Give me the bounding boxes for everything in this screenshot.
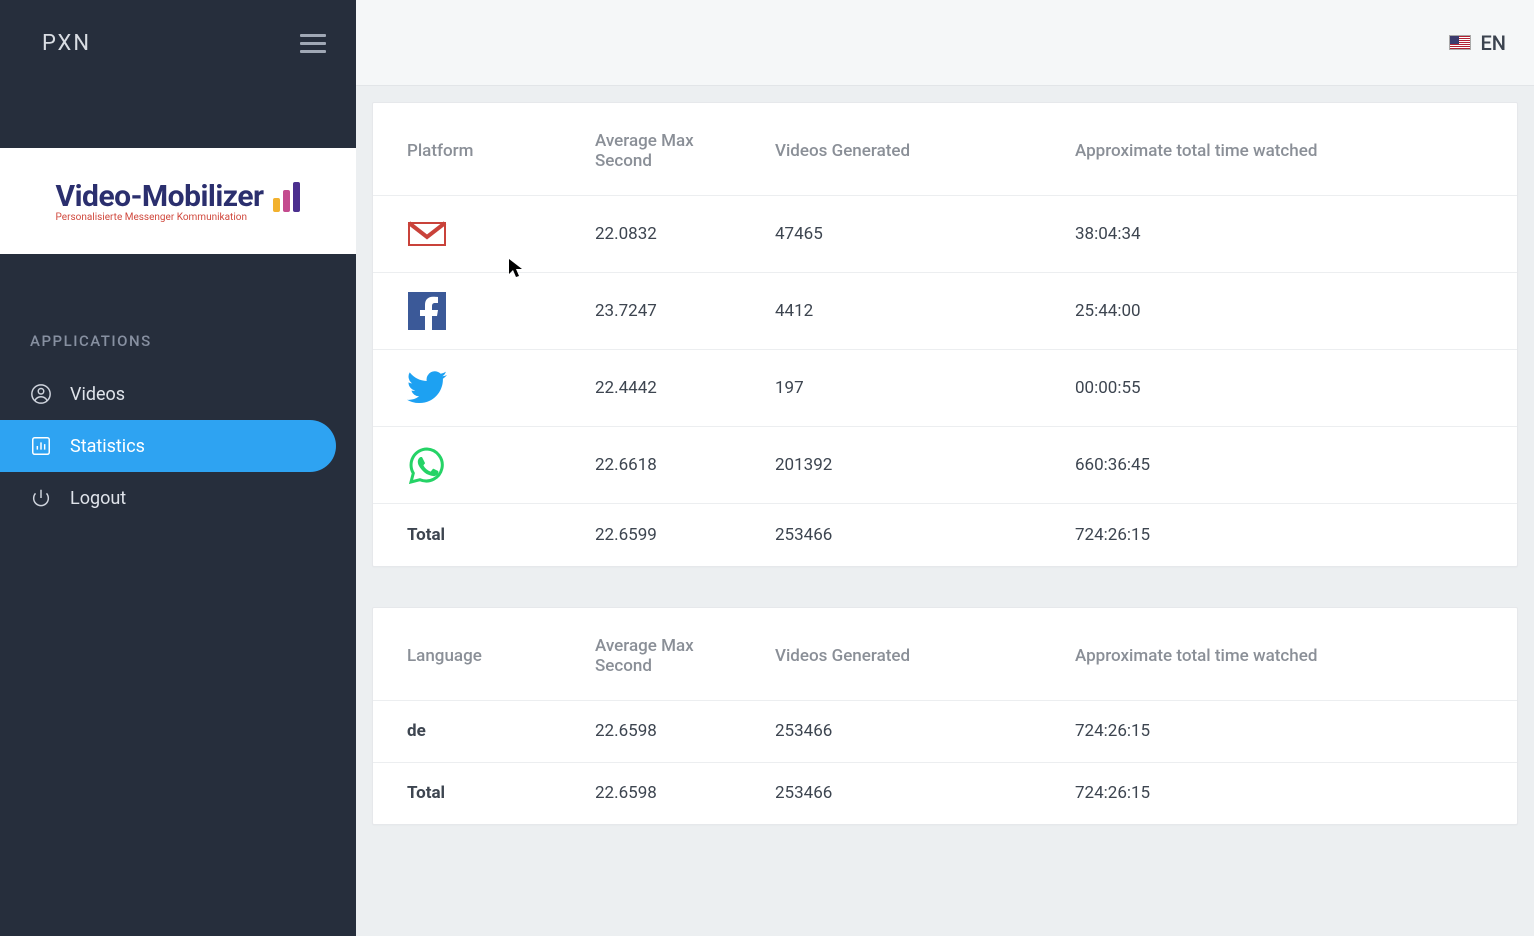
cell-time: 724:26:15 xyxy=(1063,762,1517,824)
cell-time: 00:00:55 xyxy=(1063,350,1517,427)
whatsapp-icon xyxy=(407,445,447,485)
table-row-total: Total 22.6599 253466 724:26:15 xyxy=(373,504,1517,566)
sidebar-item-statistics[interactable]: Statistics xyxy=(0,420,336,472)
cell-avg: 22.6598 xyxy=(583,700,763,762)
language-table: Language Average Max Second Videos Gener… xyxy=(373,608,1517,825)
nav-list: Videos Statistics Logout xyxy=(0,368,356,524)
logo-bars-icon xyxy=(273,182,300,212)
col-header: Videos Generated xyxy=(763,608,1063,701)
cell-time: 660:36:45 xyxy=(1063,427,1517,504)
col-header: Approximate total time watched xyxy=(1063,608,1517,701)
logo-band: Video-Mobilizer Personalisierte Messenge… xyxy=(0,148,356,254)
language-switcher[interactable]: EN xyxy=(1449,31,1507,55)
platform-table: Platform Average Max Second Videos Gener… xyxy=(373,103,1517,566)
section-label: APPLICATIONS xyxy=(0,254,356,368)
col-header: Average Max Second xyxy=(583,608,763,701)
table-row: 23.7247 4412 25:44:00 xyxy=(373,273,1517,350)
sidebar-item-label: Videos xyxy=(70,384,125,405)
topbar: EN xyxy=(356,0,1534,86)
col-header: Average Max Second xyxy=(583,103,763,196)
cell-videos: 201392 xyxy=(763,427,1063,504)
cell-videos: 253466 xyxy=(763,762,1063,824)
cell-lang: de xyxy=(373,700,583,762)
app-root: PXN Video-Mobilizer Personalisierte Mess… xyxy=(0,0,1534,936)
gmail-icon xyxy=(407,214,447,254)
cell-avg: 22.6599 xyxy=(583,504,763,566)
col-header: Approximate total time watched xyxy=(1063,103,1517,196)
sidebar: PXN Video-Mobilizer Personalisierte Mess… xyxy=(0,0,356,936)
chart-icon xyxy=(30,435,52,457)
cell-avg: 22.6598 xyxy=(583,762,763,824)
sidebar-item-label: Statistics xyxy=(70,436,145,457)
cell-time: 25:44:00 xyxy=(1063,273,1517,350)
cell-total-label: Total xyxy=(373,762,583,824)
platform-card: Platform Average Max Second Videos Gener… xyxy=(372,102,1518,567)
col-header: Videos Generated xyxy=(763,103,1063,196)
sidebar-item-videos[interactable]: Videos xyxy=(0,368,356,420)
cell-total-label: Total xyxy=(373,504,583,566)
table-row: de 22.6598 253466 724:26:15 xyxy=(373,700,1517,762)
content: Platform Average Max Second Videos Gener… xyxy=(356,86,1534,881)
flag-us-icon xyxy=(1449,35,1471,50)
sidebar-spacer xyxy=(0,86,356,148)
sidebar-top: PXN xyxy=(0,0,356,86)
language-card: Language Average Max Second Videos Gener… xyxy=(372,607,1518,826)
cell-videos: 197 xyxy=(763,350,1063,427)
hamburger-icon[interactable] xyxy=(300,34,326,53)
cell-avg: 22.4442 xyxy=(583,350,763,427)
cell-videos: 47465 xyxy=(763,196,1063,273)
language-label: EN xyxy=(1481,31,1507,55)
table-row: 22.4442 197 00:00:55 xyxy=(373,350,1517,427)
table-header-row: Platform Average Max Second Videos Gener… xyxy=(373,103,1517,196)
col-header: Language xyxy=(373,608,583,701)
table-row-total: Total 22.6598 253466 724:26:15 xyxy=(373,762,1517,824)
table-header-row: Language Average Max Second Videos Gener… xyxy=(373,608,1517,701)
logo-title: Video-Mobilizer xyxy=(56,179,264,214)
sidebar-item-logout[interactable]: Logout xyxy=(0,472,356,524)
user-circle-icon xyxy=(30,383,52,405)
col-header: Platform xyxy=(373,103,583,196)
cell-time: 724:26:15 xyxy=(1063,700,1517,762)
cell-videos: 253466 xyxy=(763,700,1063,762)
power-icon xyxy=(30,487,52,509)
table-row: 22.6618 201392 660:36:45 xyxy=(373,427,1517,504)
facebook-icon xyxy=(407,291,447,331)
cell-avg: 22.0832 xyxy=(583,196,763,273)
twitter-icon xyxy=(407,368,447,408)
main: EN Platform Average Max Second Videos Ge… xyxy=(356,0,1534,936)
cell-time: 38:04:34 xyxy=(1063,196,1517,273)
cell-avg: 22.6618 xyxy=(583,427,763,504)
cell-videos: 4412 xyxy=(763,273,1063,350)
brand-label: PXN xyxy=(42,31,91,56)
sidebar-item-label: Logout xyxy=(70,488,126,509)
cell-avg: 23.7247 xyxy=(583,273,763,350)
cell-videos: 253466 xyxy=(763,504,1063,566)
table-row: 22.0832 47465 38:04:34 xyxy=(373,196,1517,273)
cell-time: 724:26:15 xyxy=(1063,504,1517,566)
